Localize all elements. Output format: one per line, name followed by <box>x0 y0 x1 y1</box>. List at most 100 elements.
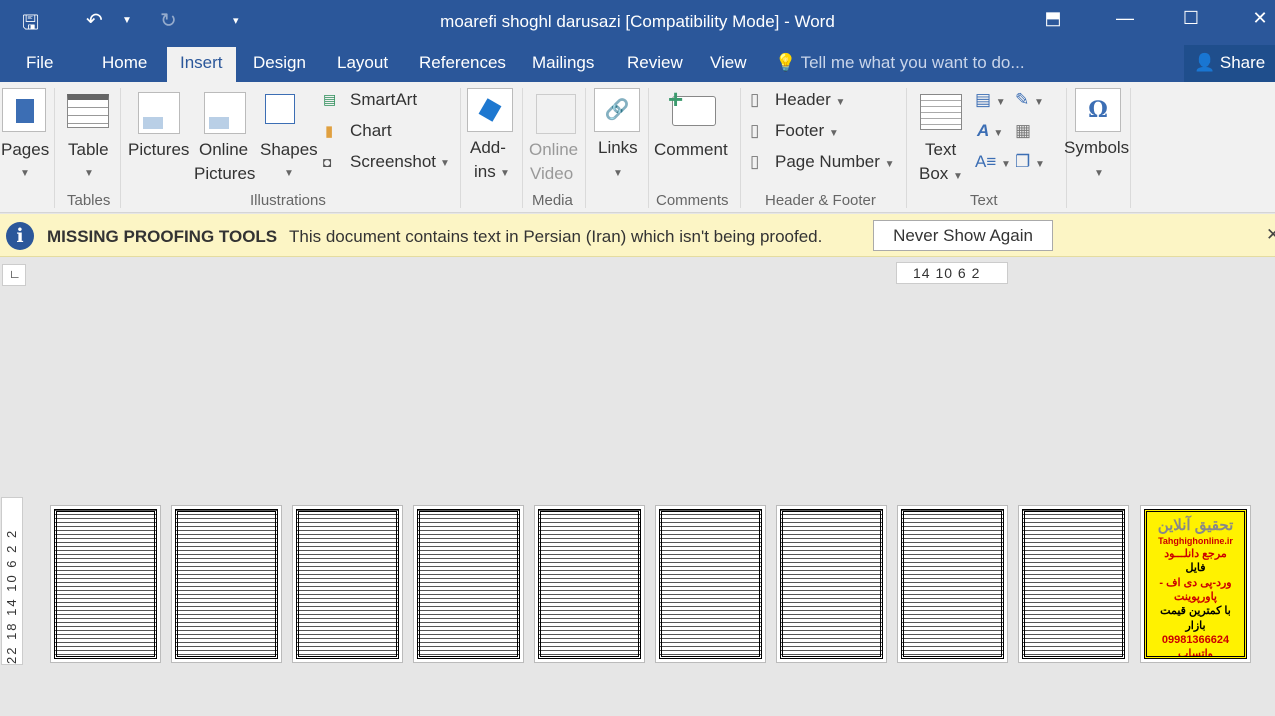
group-comments: Comments <box>656 192 729 209</box>
group-tables: Tables <box>67 192 111 209</box>
header-label: Header <box>775 90 831 109</box>
header-button[interactable]: Header ▼ <box>775 90 845 110</box>
text-box-button[interactable]: Text <box>925 140 956 160</box>
tab-insert[interactable]: Insert <box>167 47 236 82</box>
share-button[interactable]: 👤 Share <box>1184 45 1275 82</box>
chart-button[interactable]: Chart <box>350 121 392 141</box>
document-page-5[interactable] <box>534 505 645 663</box>
message-bar: i MISSING PROOFING TOOLS This document c… <box>0 214 1275 257</box>
addins-icon[interactable] <box>467 88 513 132</box>
tab-design[interactable]: Design <box>253 53 306 73</box>
close-icon[interactable]: ✕ <box>1245 8 1275 29</box>
tab-home[interactable]: Home <box>102 53 147 73</box>
group-text: Text <box>970 192 998 209</box>
comment-button[interactable]: Comment <box>654 140 728 160</box>
never-show-again-button[interactable]: Never Show Again <box>873 220 1053 251</box>
shapes-dropdown-icon[interactable]: ▼ <box>284 168 294 179</box>
vertical-ruler[interactable]: 22 18 14 10 6 2 2 <box>1 497 23 665</box>
info-icon: i <box>6 222 34 250</box>
table-icon[interactable] <box>67 94 109 128</box>
addins-button-line2[interactable]: ins <box>474 162 496 182</box>
document-page-3[interactable] <box>292 505 403 663</box>
tab-review[interactable]: Review <box>627 53 683 73</box>
separator <box>120 88 121 208</box>
page-text-lines <box>296 509 399 659</box>
tab-selector[interactable]: ∟ <box>2 264 26 286</box>
text-box-icon[interactable] <box>920 94 962 130</box>
group-header-footer: Header & Footer <box>765 192 876 209</box>
symbols-dropdown-icon[interactable]: ▼ <box>1094 168 1104 179</box>
online-pictures-button[interactable]: Online <box>199 140 248 160</box>
links-dropdown-icon[interactable]: ▼ <box>613 168 623 179</box>
advertisement-page: تحقیق آنلاین Tahghighonline.ir مرجع دانل… <box>1144 509 1247 659</box>
separator <box>54 88 55 208</box>
document-page-7[interactable] <box>776 505 887 663</box>
header-icon: ▯ <box>750 90 760 109</box>
document-page-6[interactable] <box>655 505 766 663</box>
page-text-lines <box>538 509 641 659</box>
smartart-button[interactable]: SmartArt <box>350 90 417 110</box>
omega-icon[interactable]: Ω <box>1075 88 1121 132</box>
tab-view[interactable]: View <box>710 53 747 73</box>
screenshot-button[interactable]: Screenshot <box>350 152 436 172</box>
message-title: MISSING PROOFING TOOLS <box>47 227 278 246</box>
pictures-icon[interactable] <box>138 92 180 134</box>
text-box-label-box: Box <box>919 164 949 183</box>
group-illustrations: Illustrations <box>250 192 326 209</box>
signature-line-icon[interactable]: ✎ ▼ <box>1015 90 1044 110</box>
tab-file[interactable]: File <box>26 53 53 73</box>
symbols-button[interactable]: Symbols <box>1064 138 1129 158</box>
quick-parts-icon[interactable]: ▤ ▼ <box>975 90 1006 110</box>
shapes-icon[interactable] <box>265 94 295 124</box>
page-text-lines <box>1022 509 1125 659</box>
links-button[interactable]: Links <box>598 138 638 158</box>
pages-dropdown-icon[interactable]: ▼ <box>20 168 30 179</box>
document-page-1[interactable] <box>50 505 161 663</box>
pages-button[interactable]: Pages <box>1 140 49 160</box>
online-pictures-icon[interactable] <box>204 92 246 134</box>
object-icon[interactable]: ❐ ▼ <box>1015 152 1045 172</box>
addins-dropdown-icon[interactable]: ▼ <box>500 168 510 179</box>
maximize-icon[interactable]: ☐ <box>1176 8 1206 29</box>
table-button[interactable]: Table <box>68 140 109 160</box>
footer-button[interactable]: Footer ▼ <box>775 121 839 141</box>
screenshot-dropdown-icon[interactable]: ▼ <box>440 158 450 169</box>
ad-line4: با کمترین قیمت بازار <box>1160 605 1231 632</box>
minimize-icon[interactable]: — <box>1110 8 1140 29</box>
chart-icon: ▮ <box>325 123 334 140</box>
wordart-icon[interactable]: A ▼ <box>977 121 1003 141</box>
pictures-button[interactable]: Pictures <box>128 140 189 160</box>
document-page-8[interactable] <box>897 505 1008 663</box>
document-page-4[interactable] <box>413 505 524 663</box>
ad-line2: فایل <box>1185 562 1206 575</box>
tell-me-search[interactable]: 💡 Tell me what you want to do... <box>775 53 1025 73</box>
shapes-button[interactable]: Shapes <box>260 140 318 160</box>
page-text-lines <box>901 509 1004 659</box>
text-box-button-line2[interactable]: Box ▼ <box>919 164 963 184</box>
pages-icon[interactable] <box>2 88 46 132</box>
message-text: This document contains text in Persian (… <box>289 227 823 246</box>
drop-cap-icon[interactable]: A≡ ▼ <box>975 152 1011 172</box>
page-number-button[interactable]: Page Number ▼ <box>775 152 895 172</box>
table-dropdown-icon[interactable]: ▼ <box>84 168 94 179</box>
date-time-icon[interactable]: ▦ <box>1015 121 1031 141</box>
online-pictures-button-line2[interactable]: Pictures <box>194 164 255 184</box>
ribbon-display-icon[interactable]: ⬒ <box>1038 8 1068 29</box>
addins-button[interactable]: Add- <box>470 138 506 158</box>
ad-title: تحقیق آنلاین <box>1157 517 1234 534</box>
tab-layout[interactable]: Layout <box>337 53 388 73</box>
share-label: Share <box>1219 53 1266 72</box>
links-icon[interactable]: 🔗 <box>594 88 640 132</box>
ribbon: Pages ▼ Table ▼ Tables Pictures Online P… <box>0 82 1275 213</box>
tab-mailings[interactable]: Mailings <box>532 53 594 73</box>
page-number-label: Page Number <box>775 152 880 171</box>
page-text-lines <box>659 509 762 659</box>
document-page-10[interactable]: تحقیق آنلاین Tahghighonline.ir مرجع دانل… <box>1140 505 1251 663</box>
document-page-9[interactable] <box>1018 505 1129 663</box>
document-page-2[interactable] <box>171 505 282 663</box>
separator <box>522 88 523 208</box>
close-message-icon[interactable]: ✕ <box>1266 225 1275 245</box>
vertical-ruler-labels: 22 18 14 10 6 2 2 <box>4 528 19 664</box>
tab-references[interactable]: References <box>419 53 506 73</box>
horizontal-ruler[interactable]: 14 10 6 2 <box>896 262 1008 284</box>
